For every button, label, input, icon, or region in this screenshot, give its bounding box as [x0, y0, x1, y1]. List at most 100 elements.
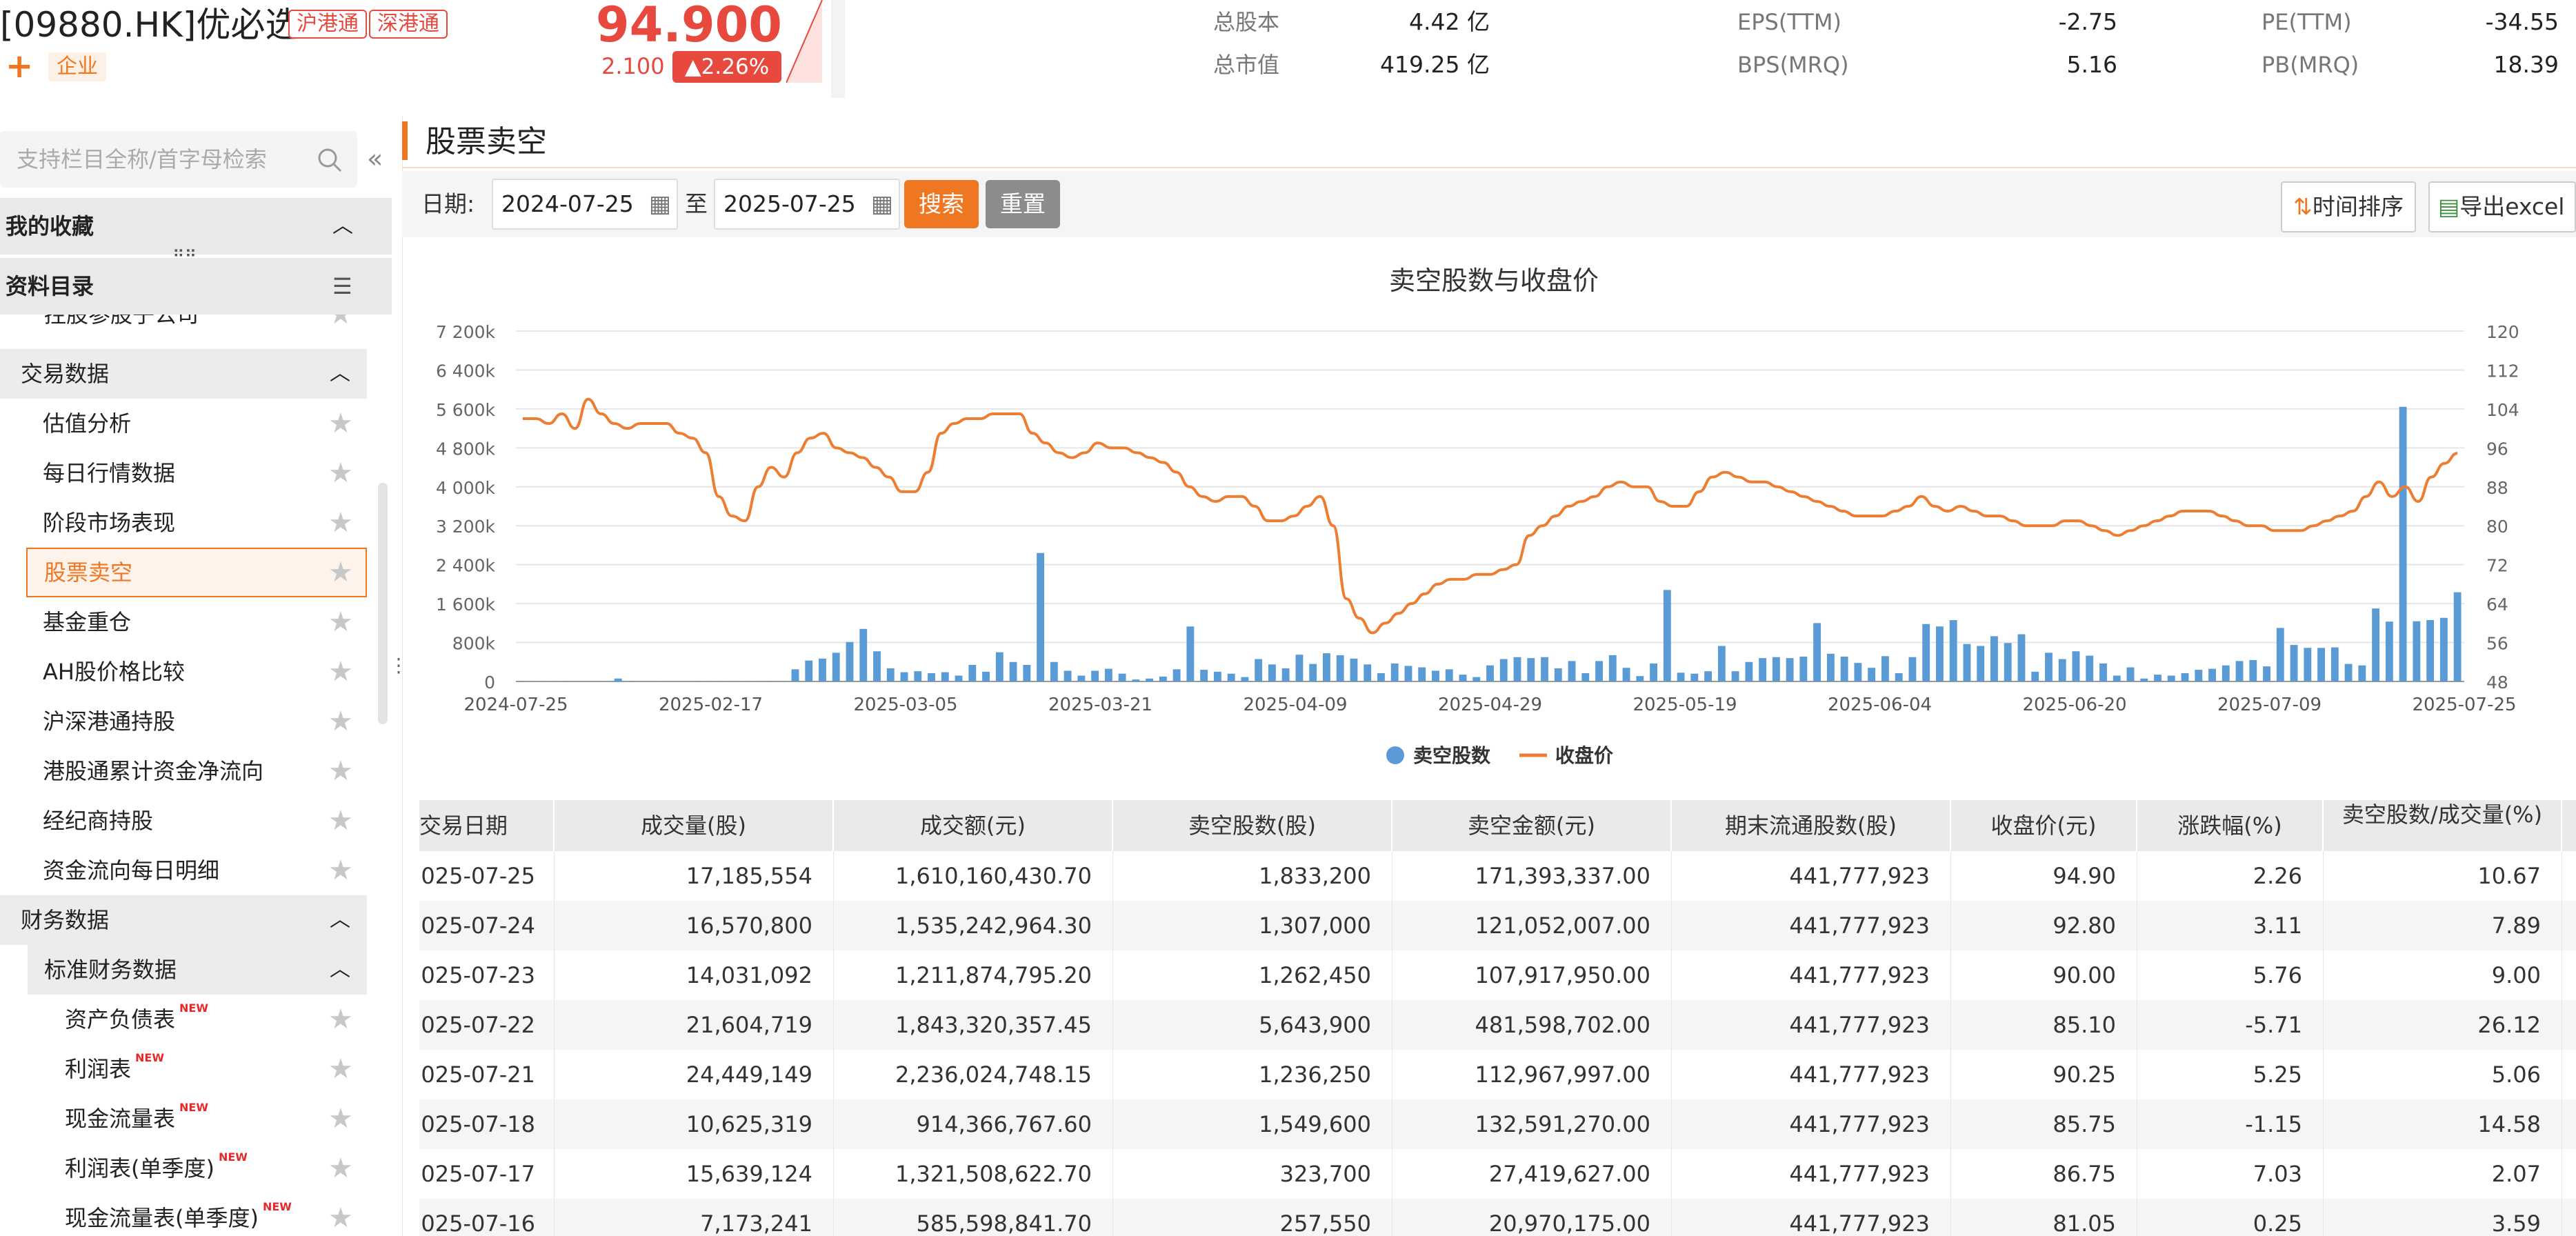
star-icon[interactable]: ★ [328, 697, 353, 746]
calendar-icon[interactable]: ▦ [649, 180, 671, 228]
sidebar-item[interactable]: 股票卖空 ★ [26, 548, 367, 597]
favorites-header[interactable]: 我的收藏 ︿ [0, 198, 392, 255]
export-excel-button[interactable]: ▤导出excel [2428, 181, 2576, 232]
table-row[interactable]: 2025-07-24 16,570,800 1,535,242,964.30 1,30… [419, 901, 2576, 950]
chevron-up-icon[interactable]: ︿ [332, 198, 353, 255]
sidebar-item[interactable]: 现金流量表(单季度) NEW ★ [0, 1193, 367, 1236]
sidebar-item[interactable]: 现金流量表 NEW ★ [0, 1094, 367, 1144]
reset-button[interactable]: 重置 [986, 180, 1060, 228]
column-header[interactable]: 期末流通股数(股) [1672, 800, 1951, 851]
table-cell: 94.90 [1951, 851, 2137, 901]
legend-marker-bars [1386, 746, 1404, 764]
sidebar-item[interactable]: 阶段市场表现 ★ [0, 498, 367, 548]
sidebar-item[interactable]: 估值分析 ★ [0, 399, 367, 448]
star-icon[interactable]: ★ [328, 315, 353, 339]
table-row[interactable]: 2025-07-22 21,604,719 1,843,320,357.45 5,64… [419, 1000, 2576, 1050]
short-shares-bar [1064, 670, 1072, 681]
short-shares-bar [1104, 668, 1112, 681]
y-right-tick-label: 96 [2486, 439, 2508, 459]
short-shares-bar [1023, 665, 1031, 681]
table-row[interactable]: 2025-07-25 17,185,554 1,610,160,430.70 1,83… [419, 851, 2576, 901]
sidebar-item[interactable]: 资金流向每日明细 ★ [0, 846, 367, 895]
sidebar-item[interactable]: 利润表(单季度) NEW ★ [0, 1144, 367, 1193]
star-icon[interactable]: ★ [328, 995, 353, 1044]
sidebar-search-input[interactable]: 支持栏目全称/首字母检索 [0, 131, 357, 188]
group-label: 财务数据 [21, 907, 110, 933]
star-icon[interactable]: ★ [328, 1094, 353, 1144]
collapse-sidebar-icon[interactable]: « [367, 142, 383, 175]
end-date-input[interactable]: 2025-07-25 ▦ [714, 179, 900, 230]
star-icon[interactable]: ★ [328, 1044, 353, 1094]
chevron-up-icon[interactable]: ︿ [330, 895, 350, 945]
chevron-up-icon[interactable]: ︿ [330, 349, 350, 399]
start-date-input[interactable]: 2024-07-25 ▦ [492, 179, 678, 230]
star-icon[interactable]: ★ [328, 796, 353, 846]
star-icon[interactable]: ★ [328, 448, 353, 498]
sidebar-item-partial[interactable]: 控股参股子公司 ★ [0, 315, 367, 342]
short-shares-bar [1622, 668, 1630, 681]
sidebar-item-label: 现金流量表(单季度) NEW [65, 1200, 292, 1231]
y-right-tick-label: 48 [2486, 672, 2508, 692]
standard-finance-group[interactable]: 标准财务数据 ︿ [28, 945, 367, 995]
short-shares-bar [2031, 671, 2039, 681]
sidebar-scrollbar[interactable] [378, 483, 388, 724]
table-row[interactable]: 2025-07-18 10,625,319 914,366,767.60 1,549,… [419, 1099, 2576, 1149]
sidebar-item[interactable]: 沪深港通持股 ★ [0, 697, 367, 746]
trade-data-group[interactable]: 交易数据 ︿ [0, 349, 367, 399]
search-icon[interactable] [316, 146, 343, 174]
star-icon[interactable]: ★ [328, 746, 353, 796]
sidebar-item[interactable]: 利润表 NEW ★ [0, 1044, 367, 1094]
catalog-header[interactable]: 资料目录 ☰ [0, 258, 392, 315]
star-icon[interactable]: ★ [328, 647, 353, 697]
short-shares-bar [2099, 663, 2107, 681]
table-cell: 1,535,242,964.30 [834, 901, 1113, 950]
metric-label: BPS(MRQ) [1737, 52, 1849, 78]
sidebar-item-label: 阶段市场表现 [43, 510, 176, 536]
short-shares-bar [1772, 657, 1780, 681]
column-header[interactable]: 卖空股数(股) [1113, 800, 1392, 851]
sort-list-icon[interactable]: ☰ [332, 258, 352, 315]
star-icon[interactable]: ★ [328, 1193, 353, 1236]
sidebar-item[interactable]: AH股价格比较 ★ [0, 647, 367, 697]
sidebar-item[interactable]: 资产负债表 NEW ★ [0, 995, 367, 1044]
calendar-icon[interactable]: ▦ [871, 180, 893, 228]
chevron-up-icon[interactable]: ︿ [330, 945, 350, 995]
table-cell: 441,777,923 [1672, 1149, 1951, 1199]
star-icon[interactable]: ★ [328, 846, 353, 895]
column-header[interactable]: 卖空股数/成交量(%) [2324, 800, 2562, 851]
table-row[interactable]: 2025-07-17 15,639,124 1,321,508,622.70 323,… [419, 1149, 2576, 1199]
column-header[interactable]: 成交量(股) [555, 800, 834, 851]
short-shares-bar [1295, 655, 1304, 681]
y-left-tick-label: 800k [452, 634, 496, 654]
time-sort-button[interactable]: ⇅时间排序 [2281, 181, 2416, 232]
short-shares-bar [1241, 677, 1249, 681]
sidebar-item[interactable]: 经纪商持股 ★ [0, 796, 367, 846]
star-icon[interactable]: ★ [328, 597, 353, 647]
table-row[interactable]: 2025-07-21 24,449,149 2,236,024,748.15 1,23… [419, 1050, 2576, 1099]
column-header[interactable]: 收盘价(元) [1951, 800, 2137, 851]
sidebar-item[interactable]: 港股通累计资金净流向 ★ [0, 746, 367, 796]
column-header[interactable]: 卖空金额(元) [1392, 800, 1672, 851]
sidebar-item-label: 每日行情数据 [43, 460, 176, 486]
short-shares-bar [2453, 592, 2462, 681]
sidebar-item[interactable]: 每日行情数据 ★ [0, 448, 367, 498]
sidebar-item[interactable]: 基金重仓 ★ [0, 597, 367, 647]
star-icon[interactable]: ★ [328, 498, 353, 548]
table-cell: 481,598,702.00 [1392, 1000, 1672, 1050]
short-shares-bar [1200, 670, 1208, 681]
table-row[interactable]: 2025-07-23 14,031,092 1,211,874,795.20 1,26… [419, 950, 2576, 1000]
column-header[interactable]: 涨跌幅(%) [2137, 800, 2324, 851]
table-cell: 3.11 [2137, 901, 2324, 950]
star-icon[interactable]: ★ [328, 1144, 353, 1193]
column-header[interactable]: 成交额(元) [834, 800, 1113, 851]
column-header[interactable]: 交易日期 [419, 800, 555, 851]
star-icon[interactable]: ★ [328, 399, 353, 448]
short-shares-bar [1854, 663, 1862, 681]
finance-data-group[interactable]: 财务数据 ︿ [0, 895, 367, 945]
star-icon[interactable]: ★ [328, 548, 353, 597]
table-cell: 585,598,841.70 [834, 1199, 1113, 1236]
search-button[interactable]: 搜索 [904, 180, 979, 228]
add-favorite-icon[interactable]: + [6, 48, 33, 84]
table-row[interactable]: 2025-07-16 7,173,241 585,598,841.70 257,550… [419, 1199, 2576, 1236]
x-tick-label: 2025-07-25 [2412, 695, 2516, 715]
